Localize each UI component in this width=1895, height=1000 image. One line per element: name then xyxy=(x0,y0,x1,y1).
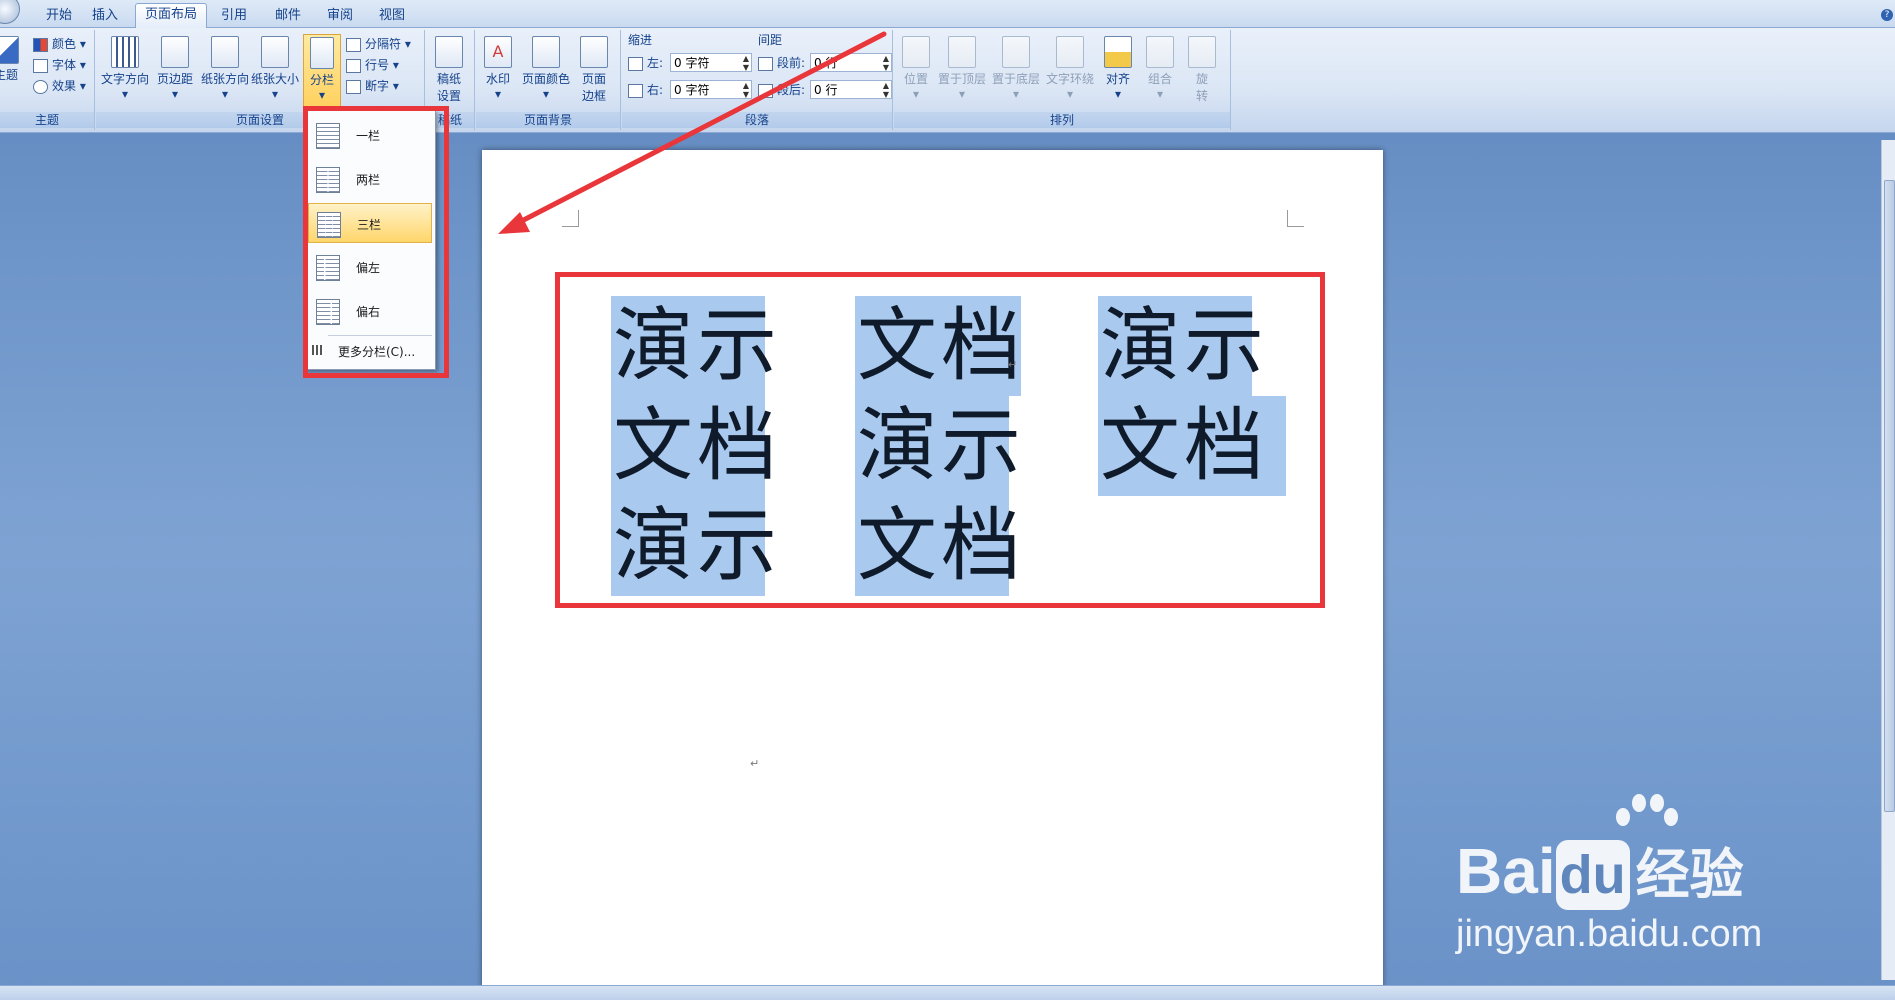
vertical-scrollbar[interactable] xyxy=(1881,140,1895,980)
status-bar xyxy=(0,985,1895,1000)
baidu-brand-text: Baidu 经验 xyxy=(1456,836,1744,910)
scroll-thumb[interactable] xyxy=(1884,180,1895,812)
baidu-watermark: Baidu 经验 jingyan.baidu.com xyxy=(1440,790,1860,960)
annotation-arrow-head xyxy=(498,212,530,234)
baidu-url-text: jingyan.baidu.com xyxy=(1456,913,1763,955)
annotation-arrow-shaft xyxy=(509,31,887,229)
